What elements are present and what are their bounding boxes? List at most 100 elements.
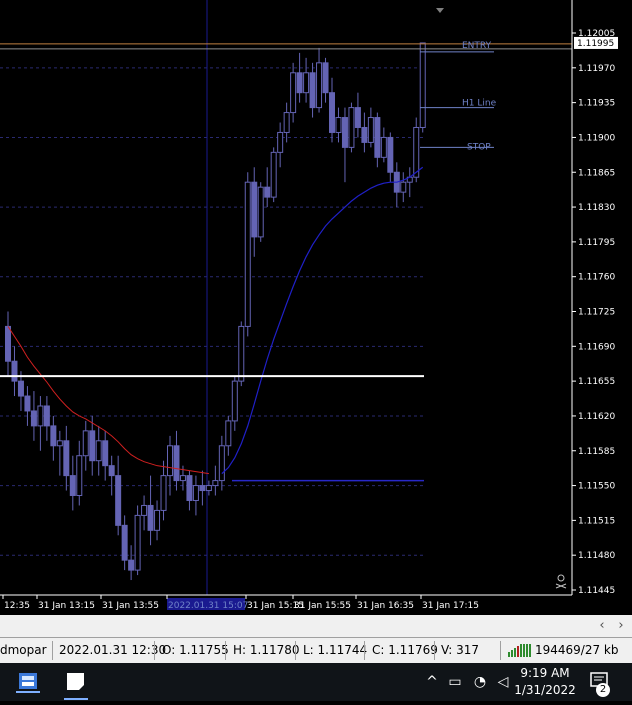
chevron-up-icon[interactable]: ^ <box>422 663 442 701</box>
time-axis-labels[interactable]: 12:35 31 Jan 13:15 31 Jan 13:55 2022.01.31 … <box>2 595 479 611</box>
chart-area[interactable] <box>0 0 572 595</box>
candle-body <box>63 440 70 477</box>
candle-body <box>141 504 148 516</box>
candle-body <box>154 509 161 531</box>
candle-body <box>380 136 387 158</box>
candle-body <box>205 485 212 492</box>
candle-body <box>179 475 186 482</box>
current-price-label: 1.11995 <box>577 39 614 49</box>
sticky-note-icon <box>64 673 88 700</box>
candle-body <box>231 380 238 422</box>
battery-icon[interactable]: ▭ <box>444 663 466 701</box>
price-label: 1.11480 <box>578 551 615 561</box>
scroll-right-button[interactable]: › <box>612 615 630 637</box>
price-label: 1.11725 <box>578 308 615 318</box>
clock-time: 9:19 AM <box>520 666 570 680</box>
candle-body <box>95 440 102 462</box>
candle-body <box>419 42 426 128</box>
time-label: 31 Jan 15:55 <box>294 601 351 611</box>
candle-body <box>115 475 122 526</box>
connection-status-icon[interactable] <box>508 644 532 657</box>
entry-line-label: ENTRY <box>462 41 492 51</box>
candle-body <box>218 445 225 482</box>
status-datetime: 2022.01.31 12:30 <box>59 643 167 657</box>
status-separator <box>364 641 365 660</box>
status-separator <box>434 641 435 660</box>
price-label: 1.11620 <box>578 412 615 422</box>
price-label: 1.11585 <box>578 447 615 457</box>
candle-body <box>413 126 420 178</box>
crosshair-time-label: 2022.01.31 15:07 <box>168 601 248 611</box>
candle-body <box>167 445 173 477</box>
wifi-icon[interactable]: ◔ <box>469 663 491 701</box>
price-label: 1.11445 <box>578 586 615 596</box>
price-label: 1.11935 <box>578 99 615 109</box>
time-label: 31 Jan 13:55 <box>102 601 159 611</box>
candle-body <box>186 475 193 501</box>
candle-body <box>264 186 271 198</box>
candle-body <box>309 72 316 109</box>
candle-body <box>128 559 135 571</box>
status-close: C: 1.11769 <box>372 643 438 657</box>
price-label: 1.11655 <box>578 377 615 387</box>
status-profile: dmopar <box>0 643 47 657</box>
candle-body <box>192 485 199 501</box>
status-open: O: 1.11755 <box>162 643 229 657</box>
taskbar-note-button[interactable] <box>52 663 100 701</box>
status-separator <box>225 641 226 660</box>
price-chart[interactable]: ENTRY H1 Line STOP 1.120051.119701.11935… <box>0 0 632 615</box>
status-volume: V: 317 <box>441 643 479 657</box>
price-axis-labels[interactable]: 1.120051.119701.119351.119001.118651.118… <box>572 29 618 596</box>
candle-body <box>37 405 44 427</box>
price-label: 1.11795 <box>578 238 615 248</box>
status-separator <box>500 641 501 660</box>
candle-body <box>322 62 329 94</box>
price-label: 1.11830 <box>578 203 615 213</box>
candle-body <box>283 112 290 133</box>
price-label: 1.11970 <box>578 64 615 74</box>
time-label: 12:35 <box>4 601 30 611</box>
candle-body <box>160 475 167 511</box>
candle-body <box>316 62 323 109</box>
candle-body <box>199 485 206 492</box>
candle-body <box>367 117 374 143</box>
status-traffic: 194469/27 kb <box>535 643 619 657</box>
candle-body <box>296 72 303 94</box>
candle-body <box>361 126 368 143</box>
app-window-icon <box>16 673 40 693</box>
candle-body <box>212 480 219 487</box>
status-separator <box>295 641 296 660</box>
clock-date: 1/31/2022 <box>514 683 576 697</box>
candle-body <box>251 181 258 238</box>
candle-body <box>121 524 128 561</box>
time-label: 31 Jan 17:15 <box>422 601 479 611</box>
candle-body <box>17 380 24 397</box>
candle-body <box>400 181 407 193</box>
scrollbar-band <box>0 615 632 637</box>
status-separator <box>52 641 53 660</box>
taskbar-app-button[interactable] <box>4 663 52 701</box>
candle-body <box>102 440 109 467</box>
candle-body <box>76 455 83 497</box>
candle-body <box>89 430 96 462</box>
candle-body <box>238 325 245 382</box>
stop-line-label: STOP <box>467 142 491 152</box>
candle-body <box>50 425 57 447</box>
candle-body <box>225 420 232 447</box>
candle-body <box>257 186 264 238</box>
candle-body <box>173 445 180 482</box>
notification-count-badge: 2 <box>596 683 610 697</box>
candle-body <box>30 410 37 427</box>
candle-body <box>5 325 11 362</box>
scroll-left-button[interactable]: ‹ <box>593 615 611 637</box>
price-label: 1.11865 <box>578 168 615 178</box>
clock[interactable]: 9:19 AM 1/31/2022 <box>505 665 585 699</box>
taskbar: ^ ▭ ◔ ◁ 9:19 AM 1/31/2022 2 <box>0 663 632 701</box>
price-label: 1.11760 <box>578 273 615 283</box>
candle-body <box>69 475 76 497</box>
status-high: H: 1.11780 <box>233 643 300 657</box>
candle-body <box>290 72 297 114</box>
candle-body <box>82 430 89 457</box>
price-label: 1.11690 <box>578 342 615 352</box>
candle-body <box>354 107 361 128</box>
